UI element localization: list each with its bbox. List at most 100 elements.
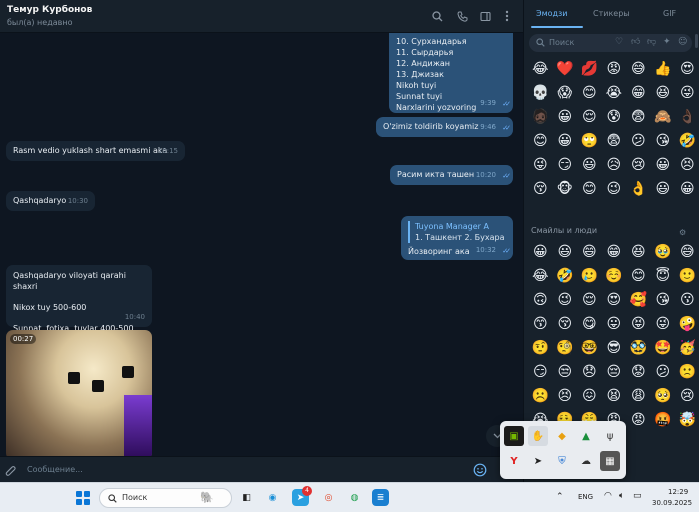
emoji-item[interactable]: 😚 — [528, 177, 553, 201]
emoji-item[interactable]: 😥 — [602, 153, 627, 177]
more-options-icon[interactable] — [500, 9, 514, 23]
emoji-item[interactable]: 😞 — [577, 360, 602, 384]
message-in-prices[interactable]: Qashqadaryo viloyati qarahi shaxri Nikox… — [6, 265, 152, 333]
emoji-item[interactable]: 🧐 — [553, 336, 578, 360]
emoji-item[interactable]: 🤨 — [528, 336, 553, 360]
emoji-item[interactable]: 😆 — [651, 81, 676, 105]
emoji-item[interactable]: 😰 — [602, 105, 627, 129]
emoji-item[interactable]: 😕 — [626, 129, 651, 153]
wifi-icon[interactable]: ◠ — [604, 491, 612, 501]
emoji-item[interactable]: 😍 — [675, 57, 699, 81]
emoji-item[interactable]: 😕 — [651, 360, 676, 384]
emoji-item[interactable]: 🤬 — [651, 408, 676, 432]
emoji-item[interactable]: 😉 — [553, 288, 578, 312]
emoji-item[interactable]: 😀 — [553, 105, 578, 129]
tab-emoji[interactable]: Эмодзи — [536, 9, 568, 18]
emoji-item[interactable]: 😁 — [626, 81, 651, 105]
emoji-item[interactable]: 😊 — [626, 264, 651, 288]
emoji-item[interactable]: ❤️ — [553, 57, 578, 81]
emoji-item[interactable]: 😗 — [675, 288, 699, 312]
emoji-item[interactable]: 😡 — [626, 408, 651, 432]
emoji-item[interactable]: 😀 — [528, 240, 553, 264]
emoji-item[interactable]: 😔 — [602, 360, 627, 384]
message-out-reply[interactable]: Tuyona Manager A 1. Ташкент 2. Бухара ..… — [401, 216, 513, 260]
language-indicator[interactable]: ENG — [578, 493, 593, 501]
party-category-icon[interactable]: ✦ — [663, 37, 671, 47]
emoji-item[interactable]: 😒 — [553, 360, 578, 384]
emoji-item[interactable]: 🐵 — [553, 177, 578, 201]
emoji-item[interactable]: 🤣 — [675, 129, 699, 153]
layers-icon[interactable]: ◆ — [552, 426, 572, 446]
smile-category-icon[interactable]: ☺ — [678, 37, 687, 47]
emoji-item[interactable]: 😇 — [651, 264, 676, 288]
emoji-item[interactable]: 😘 — [651, 129, 676, 153]
contact-name[interactable]: Темур Курбонов — [7, 5, 92, 15]
notepad-icon[interactable]: ≣ — [372, 489, 389, 506]
emoji-item[interactable]: 😜 — [651, 312, 676, 336]
thumbs-up-category-icon[interactable]: 👍︎ — [631, 37, 640, 47]
search-icon[interactable] — [430, 9, 444, 23]
emoji-item[interactable]: 😖 — [577, 384, 602, 408]
emoji-item[interactable]: 🤣 — [553, 264, 578, 288]
message-list[interactable]: 10. Сурхандарья 11. Сырдарья 12. Андижан… — [0, 33, 523, 456]
attach-icon[interactable] — [5, 463, 17, 482]
message-in-region[interactable]: Qashqadaryo 10:30 — [6, 191, 95, 211]
emoji-item[interactable]: 😙 — [528, 312, 553, 336]
emoji-item[interactable]: 😃 — [553, 240, 578, 264]
reply-quote[interactable]: Tuyona Manager A 1. Ташкент 2. Бухара ..… — [408, 221, 506, 243]
emoji-item[interactable]: 😨 — [626, 105, 651, 129]
drive-icon[interactable]: ▲ — [576, 426, 596, 446]
emoji-item[interactable]: 🥹 — [651, 240, 676, 264]
emoji-item[interactable]: 😀 — [651, 153, 676, 177]
emoji-item[interactable]: 😊 — [528, 129, 553, 153]
emoji-item[interactable]: 😎 — [602, 336, 627, 360]
emoji-item[interactable]: 😆 — [626, 240, 651, 264]
emoji-item[interactable]: 😍 — [602, 288, 627, 312]
emoji-item[interactable]: 😋 — [577, 312, 602, 336]
emoji-item[interactable]: 😡 — [602, 57, 627, 81]
emoji-item[interactable]: 🥰 — [626, 288, 651, 312]
emoji-item[interactable]: 😂 — [528, 264, 553, 288]
emoji-item[interactable]: 😱 — [553, 81, 578, 105]
emoji-item[interactable]: 💋 — [577, 57, 602, 81]
nvidia-icon[interactable]: ▣ — [504, 426, 524, 446]
edge-icon[interactable]: ◉ — [264, 489, 281, 506]
emoji-item[interactable]: 🥳 — [675, 336, 699, 360]
emoji-item[interactable]: 😃 — [651, 177, 676, 201]
emoji-item[interactable]: 🥸 — [626, 336, 651, 360]
heart-category-icon[interactable]: ♡ — [615, 37, 623, 47]
message-input[interactable]: Сообщение... — [27, 465, 83, 474]
show-hidden-icons-button[interactable]: ⌃ — [556, 492, 564, 502]
message-out-region-list[interactable]: 10. Сурхандарья 11. Сырдарья 12. Андижан… — [389, 33, 513, 113]
emoji-item[interactable]: 🙄 — [577, 129, 602, 153]
cursor-app-icon[interactable]: ✋ — [528, 426, 548, 446]
emoji-item[interactable]: 😉 — [602, 177, 627, 201]
emoji-item[interactable]: ☹️ — [528, 384, 553, 408]
emoji-item[interactable]: 😜 — [675, 81, 699, 105]
emoji-item[interactable]: 🤓 — [577, 336, 602, 360]
emoji-item[interactable]: 😀 — [553, 129, 578, 153]
emoji-item[interactable]: 😏 — [528, 360, 553, 384]
emoji-item[interactable]: 👍 — [651, 57, 676, 81]
tab-stickers[interactable]: Стикеры — [593, 9, 630, 18]
emoji-item[interactable]: 😭 — [602, 81, 627, 105]
emoji-item[interactable]: 😅 — [626, 57, 651, 81]
emoji-item[interactable]: 😁 — [602, 240, 627, 264]
emoji-item[interactable]: 😏 — [553, 153, 578, 177]
emoji-item[interactable]: 🧔🏿 — [528, 105, 553, 129]
thumbs-down-category-icon[interactable]: 👎︎ — [647, 37, 656, 47]
video-message-thumbnail[interactable]: 00:27 — [6, 330, 152, 456]
emoji-item[interactable]: 😘 — [651, 288, 676, 312]
app-icon[interactable]: ▦ — [600, 451, 620, 471]
emoji-item[interactable]: 😄 — [577, 240, 602, 264]
emoji-item[interactable]: 😣 — [675, 153, 699, 177]
emoji-item[interactable]: 🙂 — [675, 264, 699, 288]
emoji-item[interactable]: 😩 — [626, 384, 651, 408]
emoji-item[interactable]: 🤩 — [651, 336, 676, 360]
taskbar-search[interactable]: Поиск 🐘 — [99, 488, 232, 508]
emoji-item[interactable]: 😟 — [626, 360, 651, 384]
message-out-fill[interactable]: O'zimiz toldirib koyamiz 9:46 ✓✓ — [376, 117, 513, 137]
emoji-item[interactable]: 😊 — [577, 81, 602, 105]
yandex-icon[interactable]: Y — [504, 451, 524, 471]
emoji-item[interactable]: 😌 — [577, 288, 602, 312]
